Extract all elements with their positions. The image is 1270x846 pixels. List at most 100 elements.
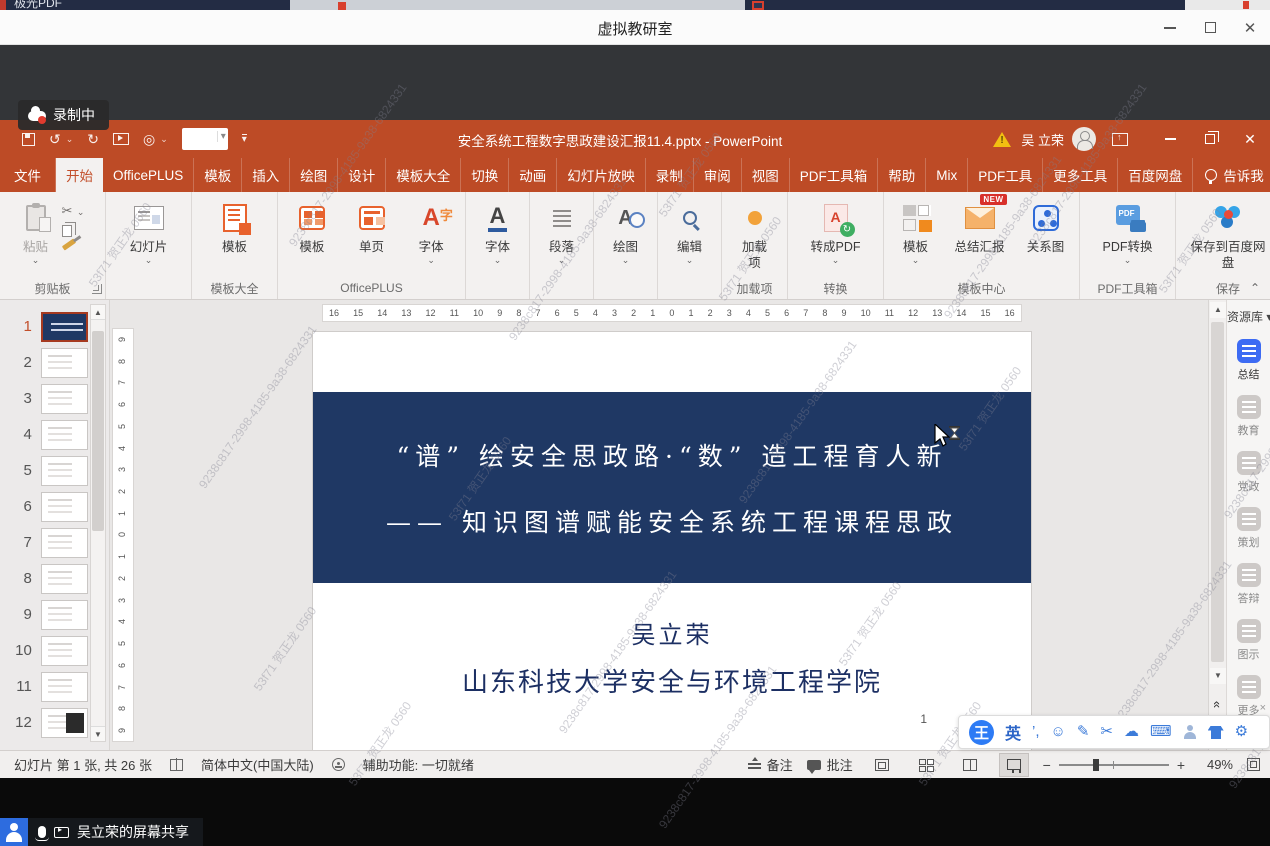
tab-OfficePLUS[interactable]: OfficePLUS bbox=[103, 158, 194, 192]
slide-title-band[interactable]: “谱” 绘安全思政路·“数” 造工程育人新 —— 知识图谱赋能安全系统工程课程思… bbox=[313, 392, 1031, 583]
share-avatar-icon[interactable] bbox=[0, 818, 28, 846]
thumbnail-preview[interactable] bbox=[41, 492, 88, 522]
scroll-down-arrow[interactable]: ▼ bbox=[1210, 668, 1226, 684]
thumbnail-item-9[interactable]: 9 bbox=[0, 598, 88, 631]
tab-Mix[interactable]: Mix bbox=[926, 158, 968, 192]
tab-幻灯片放映[interactable]: 幻灯片放映 bbox=[557, 158, 646, 192]
tab-PDF工具[interactable]: PDF工具 bbox=[968, 158, 1043, 192]
tab-绘图[interactable]: 绘图 bbox=[290, 158, 338, 192]
thumbnail-preview[interactable] bbox=[41, 672, 88, 702]
template-gallery-button[interactable]: 模板 bbox=[206, 198, 264, 256]
sidebar-item-党政[interactable]: 党政 bbox=[1237, 451, 1261, 494]
format-painter-icon[interactable] bbox=[61, 238, 75, 250]
thumb-scroll-up-arrow[interactable]: ▲ bbox=[91, 305, 105, 320]
settings-gear-icon[interactable]: ⚙ bbox=[1235, 724, 1248, 740]
tab-切换[interactable]: 切换 bbox=[461, 158, 509, 192]
tab-PDF工具箱[interactable]: PDF工具箱 bbox=[790, 158, 879, 192]
paragraph-button[interactable]: 段落 ⌄ bbox=[536, 198, 587, 263]
thumbnail-preview[interactable] bbox=[41, 456, 88, 486]
pdf-convert-button[interactable]: PDF转换 ⌄ bbox=[1088, 198, 1168, 263]
thumbnail-item-3[interactable]: 3 bbox=[0, 382, 88, 415]
promo-close-icon[interactable]: × bbox=[1260, 702, 1266, 714]
microphone-icon[interactable] bbox=[38, 826, 46, 838]
scroll-thumb[interactable] bbox=[1211, 322, 1224, 662]
thumbnail-item-11[interactable]: 11 bbox=[0, 670, 88, 703]
ppt-minimize-button[interactable] bbox=[1150, 120, 1190, 158]
thumbnail-item-8[interactable]: 8 bbox=[0, 562, 88, 595]
redo-button[interactable]: ↻ bbox=[87, 131, 99, 148]
english-mode[interactable]: 英 bbox=[1005, 720, 1021, 744]
thumbnail-preview[interactable] bbox=[41, 564, 88, 594]
sidebar-item-图示[interactable]: 图示 bbox=[1237, 619, 1261, 662]
zoom-slider[interactable] bbox=[1059, 764, 1169, 766]
officeplus-template-button[interactable]: 模板 bbox=[284, 198, 340, 256]
warning-icon[interactable] bbox=[993, 132, 1011, 147]
customize-qat-button[interactable]: ▾ bbox=[242, 134, 247, 145]
clipboard-dialog-launcher[interactable] bbox=[92, 284, 102, 294]
language-status[interactable]: 简体中文(中国大陆) bbox=[201, 755, 314, 774]
officeplus-page-button[interactable]: 单页 bbox=[344, 198, 400, 256]
tab-审阅[interactable]: 审阅 bbox=[694, 158, 742, 192]
cut-icon[interactable]: ✂ bbox=[62, 203, 73, 218]
cloud-icon[interactable]: ☁ bbox=[1124, 724, 1139, 740]
account-user-name[interactable]: 吴 立荣 bbox=[1021, 130, 1064, 149]
thumbnail-item-10[interactable]: 10 bbox=[0, 634, 88, 667]
user-icon[interactable] bbox=[1183, 725, 1197, 739]
thumbnail-item-1[interactable]: 1 bbox=[0, 310, 88, 343]
tab-更多工具[interactable]: 更多工具 bbox=[1043, 158, 1118, 192]
thumb-scroll-down-arrow[interactable]: ▼ bbox=[91, 726, 105, 741]
edit-button[interactable]: 编辑 ⌄ bbox=[664, 198, 715, 263]
screen-share-icon[interactable] bbox=[54, 827, 69, 838]
tab-插入[interactable]: 插入 bbox=[242, 158, 290, 192]
sidebar-item-教育[interactable]: 教育 bbox=[1237, 395, 1261, 438]
thumbnail-preview[interactable] bbox=[41, 528, 88, 558]
normal-view-button[interactable] bbox=[867, 753, 897, 777]
ppt-restore-button[interactable] bbox=[1190, 120, 1230, 158]
officeplus-font-button[interactable]: A字 字体 ⌄ bbox=[403, 198, 459, 263]
template-center-template-button[interactable]: 模板 ⌄ bbox=[891, 198, 941, 263]
qat-combobox[interactable] bbox=[182, 128, 228, 150]
zoom-in-button[interactable]: + bbox=[1177, 757, 1185, 773]
fit-to-window-icon[interactable] bbox=[1247, 758, 1260, 771]
pen-icon[interactable]: ✎ bbox=[1077, 724, 1090, 740]
thumbnail-preview[interactable] bbox=[41, 420, 88, 450]
tab-百度网盘[interactable]: 百度网盘 bbox=[1118, 158, 1193, 192]
slideshow-view-button[interactable] bbox=[999, 753, 1029, 777]
thumbnail-item-2[interactable]: 2 bbox=[0, 346, 88, 379]
collapse-ribbon-chevron[interactable]: ⌃ bbox=[1250, 281, 1260, 295]
paste-button[interactable]: 粘贴 ⌄ bbox=[14, 198, 58, 263]
skin-shirt-icon[interactable] bbox=[1208, 726, 1224, 739]
save-to-baidu-button[interactable]: 保存到百度网盘 bbox=[1185, 198, 1270, 271]
thumbnail-preview[interactable] bbox=[41, 384, 88, 414]
sidebar-item-更多[interactable]: 更多 bbox=[1237, 675, 1261, 718]
ribbon-display-options-icon[interactable] bbox=[1112, 133, 1128, 146]
vr-close-button[interactable]: ✕ bbox=[1230, 10, 1270, 45]
zoom-out-button[interactable]: − bbox=[1043, 757, 1051, 773]
undo-button[interactable]: ↺ bbox=[49, 131, 61, 148]
slide-canvas[interactable]: “谱” 绘安全思政路·“数” 造工程育人新 —— 知识图谱赋能安全系统工程课程思… bbox=[313, 332, 1031, 752]
thumbnail-preview[interactable] bbox=[41, 636, 88, 666]
save-icon[interactable] bbox=[22, 133, 35, 146]
addins-button[interactable]: 加载项 bbox=[728, 198, 781, 271]
thumbnail-item-5[interactable]: 5 bbox=[0, 454, 88, 487]
reading-view-button[interactable] bbox=[955, 753, 985, 777]
tab-设计[interactable]: 设计 bbox=[338, 158, 386, 192]
thumbnail-item-7[interactable]: 7 bbox=[0, 526, 88, 559]
emoji-icon[interactable]: ☺ bbox=[1051, 724, 1066, 740]
account-avatar[interactable] bbox=[1072, 127, 1096, 151]
slide-sorter-view-button[interactable] bbox=[911, 753, 941, 777]
sidebar-item-策划[interactable]: 策划 bbox=[1237, 507, 1261, 550]
scroll-up-arrow[interactable]: ▲ bbox=[1210, 302, 1226, 318]
tab-模板大全[interactable]: 模板大全 bbox=[386, 158, 461, 192]
transparency-icon[interactable]: ◎ bbox=[143, 131, 155, 148]
thumbnail-preview[interactable] bbox=[41, 348, 88, 378]
tab-文件[interactable]: 文件 bbox=[0, 158, 56, 192]
previous-slide-button[interactable]: « bbox=[1210, 690, 1226, 716]
sidebar-item-总结[interactable]: 总结 bbox=[1237, 339, 1261, 382]
resource-library-header[interactable]: 资源库 ▾ bbox=[1227, 308, 1270, 325]
vr-minimize-button[interactable] bbox=[1150, 10, 1190, 45]
thumbnail-item-6[interactable]: 6 bbox=[0, 490, 88, 523]
transparency-dropdown[interactable]: ⌄ bbox=[160, 134, 168, 145]
undo-dropdown[interactable]: ⌄ bbox=[66, 134, 74, 145]
to-pdf-button[interactable]: 转成PDF ⌄ bbox=[796, 198, 876, 263]
